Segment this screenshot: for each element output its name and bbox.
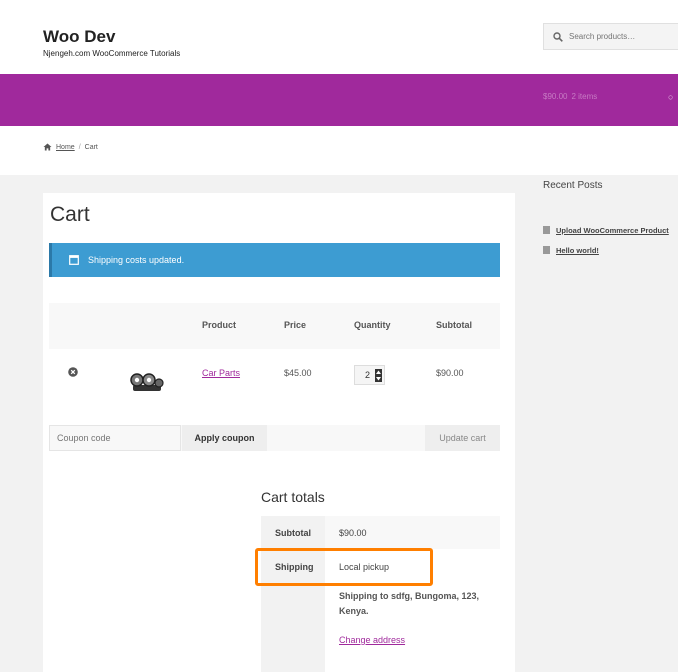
info-notice: Shipping costs updated.	[49, 243, 500, 277]
nav-item-my-account[interactable]: My account	[166, 21, 232, 32]
nav-item-shop[interactable]: Shop	[258, 21, 281, 32]
column-header-price: Price	[284, 320, 307, 330]
recent-post-link[interactable]: Hello world!	[556, 246, 599, 255]
nav-item-forum[interactable]: Forum	[95, 21, 139, 32]
change-address-link[interactable]: Change address	[339, 635, 405, 645]
cart-totals-title: Cart totals	[261, 489, 325, 505]
nav-item-home[interactable]: Home	[44, 21, 71, 32]
product-price: $45.00	[284, 368, 312, 378]
quantity-stepper[interactable]: 2	[354, 365, 385, 385]
coupon-code-input[interactable]	[49, 425, 181, 451]
cart-total: $90.00	[543, 92, 568, 101]
product-thumbnail[interactable]	[127, 369, 165, 395]
remove-item-icon[interactable]	[68, 367, 78, 377]
spinner-arrows-icon[interactable]	[375, 369, 382, 382]
cart-table-header	[49, 303, 500, 349]
search-icon	[553, 31, 563, 42]
product-link[interactable]: Car Parts	[202, 368, 240, 378]
nav-label: My account	[166, 21, 218, 32]
apply-coupon-button[interactable]: Apply coupon	[182, 425, 267, 451]
update-cart-button[interactable]: Update cart	[425, 425, 500, 451]
basket-icon[interactable]: ○	[668, 92, 673, 102]
breadcrumb-current: Cart	[84, 143, 98, 151]
nav-label: Forum	[95, 21, 124, 32]
column-header-subtotal: Subtotal	[436, 320, 472, 330]
column-header-product: Product	[202, 320, 237, 330]
recent-post-link[interactable]: Upload WooCommerce Product	[556, 226, 669, 235]
search-box[interactable]	[543, 23, 678, 50]
home-icon	[43, 143, 52, 151]
site-description: Njengeh.com WooCommerce Tutorials	[43, 49, 181, 58]
cart-count: 2 items	[571, 92, 598, 101]
notice-text: Shipping costs updated.	[88, 255, 185, 265]
list-item: Hello world!	[543, 240, 669, 260]
nav-label: Shop	[258, 21, 282, 32]
list-item: Upload WooCommerce Product	[543, 220, 669, 240]
page-title: Cart	[50, 203, 90, 226]
recent-posts-list: Upload WooCommerce Product Hello world!	[543, 220, 669, 260]
subtotal-value: $90.00	[339, 528, 367, 538]
document-icon	[543, 246, 550, 254]
shipping-highlight-box	[255, 548, 433, 586]
table-row	[49, 349, 500, 425]
document-icon	[543, 226, 550, 234]
product-subtotal: $90.00	[436, 368, 464, 378]
breadcrumb-separator: /	[78, 143, 81, 151]
breadcrumb-home-link[interactable]: Home	[56, 144, 75, 151]
recent-posts-title: Recent Posts	[543, 180, 603, 191]
chevron-down-icon	[131, 23, 139, 30]
header-cart[interactable]: $90.00 2 items	[543, 92, 597, 101]
chevron-down-icon	[224, 23, 232, 30]
window-icon	[69, 255, 79, 265]
breadcrumb: Home / Cart	[43, 143, 98, 151]
column-header-quantity: Quantity	[354, 320, 391, 330]
subtotal-label: Subtotal	[275, 528, 311, 538]
shipping-destination: Shipping to sdfg, Bungoma, 123, Kenya.	[339, 591, 480, 616]
quantity-value: 2	[365, 370, 371, 380]
nav-label: Home	[44, 21, 71, 32]
search-input[interactable]	[569, 32, 669, 41]
